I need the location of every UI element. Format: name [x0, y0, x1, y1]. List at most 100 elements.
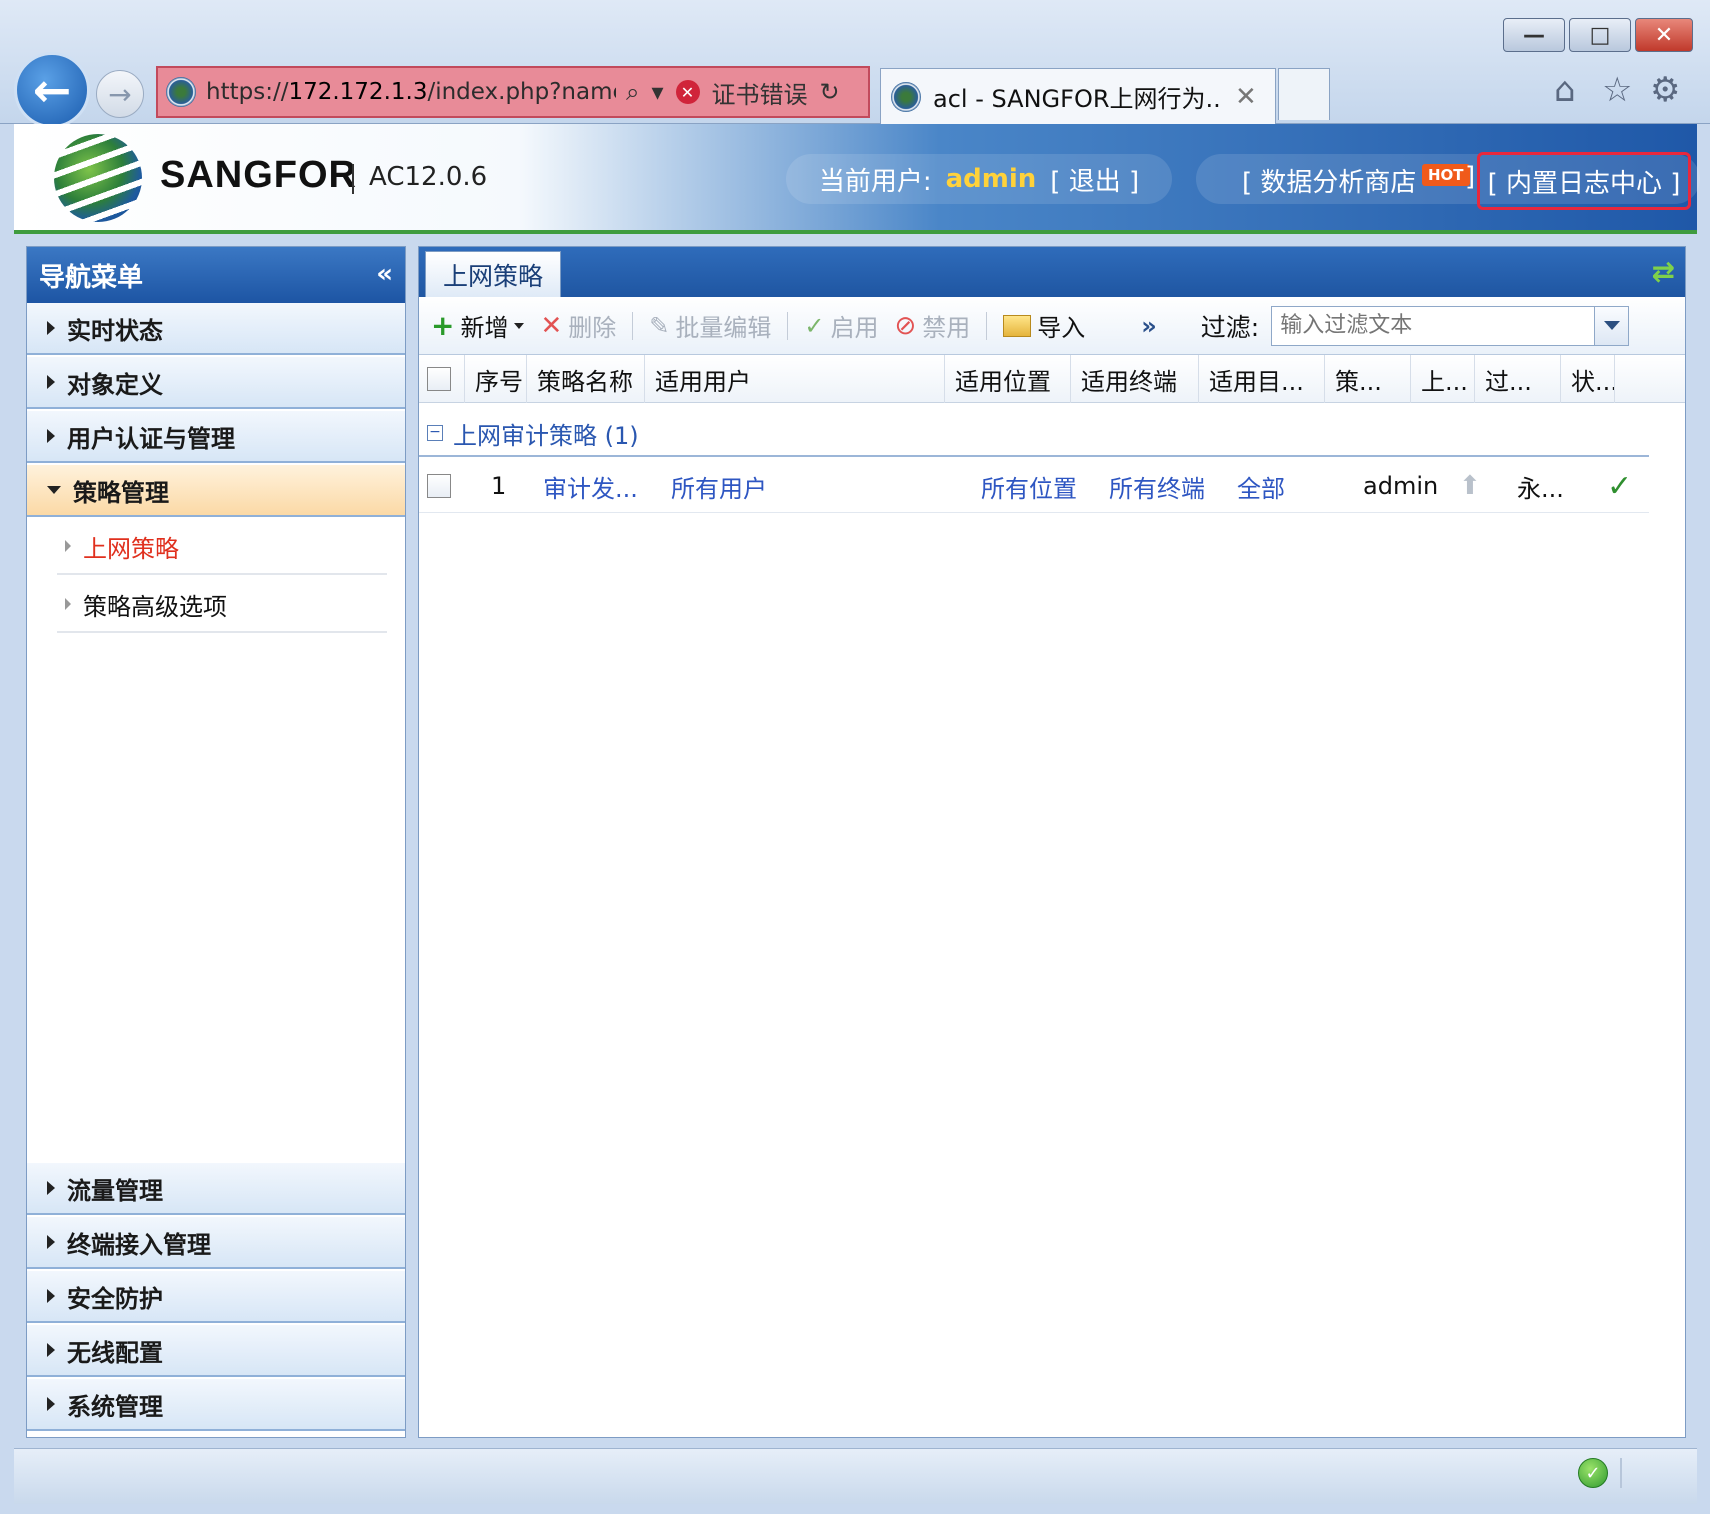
policy-group-label: 上网审计策略 (1)	[453, 421, 639, 450]
tab-internet-policy[interactable]: 上网策略	[425, 251, 561, 297]
add-button[interactable]: + 新增	[431, 308, 525, 343]
nav-group-security[interactable]: 安全防护	[27, 1271, 405, 1323]
close-window-button[interactable]: ✕	[1635, 18, 1693, 52]
grid-header: 序号 策略名称 适用用户 适用位置 适用终端 适用目... 策... 上... …	[419, 355, 1685, 403]
col-location[interactable]: 适用位置	[945, 355, 1071, 403]
cell-location[interactable]: 所有位置	[981, 459, 1077, 513]
cell-expire: 永...	[1517, 474, 1564, 503]
nav-group-user-auth[interactable]: 用户认证与管理	[27, 411, 405, 463]
nav-group-terminal-access[interactable]: 终端接入管理	[27, 1217, 405, 1269]
more-tools-button[interactable]: »	[1141, 312, 1157, 340]
col-policy-creator[interactable]: 策...	[1325, 355, 1411, 403]
status-enabled-check-icon[interactable]: ✓	[1607, 459, 1632, 513]
logout-link[interactable]: [ 退出 ]	[1050, 161, 1139, 198]
expand-arrow-icon	[47, 321, 55, 335]
nav-item-internet-policy[interactable]: 上网策略	[57, 519, 387, 575]
cell-terminal[interactable]: 所有终端	[1109, 459, 1205, 513]
cert-error-icon[interactable]: ✕	[675, 80, 700, 104]
delete-label: 删除	[568, 314, 617, 342]
sidebar-title: 导航菜单 «	[27, 247, 405, 303]
refresh-icon[interactable]: ↻	[820, 78, 840, 106]
sidebar-title-label: 导航菜单	[39, 262, 144, 293]
status-divider	[1620, 1458, 1622, 1488]
forward-button[interactable]: →	[96, 70, 144, 118]
nav-item-label: 上网策略	[83, 534, 179, 563]
arrow-left-icon: ←	[32, 63, 72, 117]
disable-button[interactable]: ⊘ 禁用	[894, 308, 970, 343]
toolbar-divider	[632, 311, 634, 340]
favorites-star-icon[interactable]: ☆	[1602, 70, 1632, 110]
data-store-bracket: ]	[1465, 162, 1476, 192]
search-icon[interactable]: ⌕	[626, 78, 639, 106]
tab-favicon-icon	[891, 81, 921, 112]
nav-group-object-definition[interactable]: 对象定义	[27, 357, 405, 409]
nav-group-label: 系统管理	[67, 1392, 163, 1421]
expand-arrow-icon	[47, 1289, 55, 1303]
arrow-right-icon: →	[108, 77, 132, 111]
col-expire[interactable]: 过...	[1475, 355, 1561, 403]
filter-dropdown-button[interactable]	[1594, 306, 1629, 345]
delete-x-icon: ✕	[540, 310, 563, 341]
settings-gear-icon[interactable]: ⚙	[1650, 70, 1680, 110]
select-all-checkbox[interactable]	[427, 367, 451, 391]
nav-group-system[interactable]: 系统管理	[27, 1379, 405, 1431]
home-icon[interactable]: ⌂	[1554, 70, 1576, 110]
col-terminal[interactable]: 适用终端	[1071, 355, 1199, 403]
import-button[interactable]: 导入	[1003, 308, 1085, 343]
cell-policy-name[interactable]: 审计发...	[543, 459, 638, 513]
col-index[interactable]: 序号	[465, 355, 527, 403]
url-host: 172.172.1.3	[288, 79, 428, 105]
nav-group-realtime-status[interactable]: 实时状态	[27, 303, 405, 355]
nav-group-label: 流量管理	[67, 1176, 163, 1205]
cell-target[interactable]: 全部	[1237, 459, 1285, 513]
maximize-button[interactable]: □	[1569, 18, 1631, 52]
nav-group-label: 无线配置	[67, 1338, 163, 1367]
batch-edit-button[interactable]: ✎ 批量编辑	[649, 308, 771, 343]
filter-input[interactable]	[1272, 313, 1595, 338]
tab-close-icon[interactable]: ✕	[1235, 82, 1257, 112]
browser-tab-active[interactable]: acl - SANGFOR上网行为... ✕	[880, 68, 1276, 124]
forbidden-icon: ⊘	[894, 310, 917, 341]
nav-group-traffic[interactable]: 流量管理	[27, 1163, 405, 1215]
nav-sidebar: 导航菜单 « 实时状态 对象定义 用户认证与管理 策略管理 上网策略 策略高级选…	[26, 246, 406, 1438]
app-header: SANGFOR AC12.0.6 当前用户: admin [ 退出 ] [ 数据…	[14, 124, 1700, 234]
new-tab-button[interactable]	[1278, 68, 1330, 120]
collapse-arrow-icon	[47, 486, 61, 494]
col-priority[interactable]: 上...	[1411, 355, 1475, 403]
status-ok-icon: ✓	[1578, 1458, 1608, 1488]
nav-group-wireless[interactable]: 无线配置	[27, 1325, 405, 1377]
data-store-link[interactable]: [ 数据分析商店	[1242, 162, 1416, 199]
filter-combobox[interactable]	[1271, 305, 1630, 346]
nav-item-policy-advanced[interactable]: 策略高级选项	[57, 577, 387, 633]
enable-button[interactable]: ✓ 启用	[804, 308, 878, 343]
col-policy-name[interactable]: 策略名称	[527, 355, 645, 403]
cert-error-label[interactable]: 证书错误	[712, 75, 808, 110]
brand-name: SANGFOR	[160, 154, 357, 196]
col-users[interactable]: 适用用户	[645, 355, 945, 403]
back-button[interactable]: ←	[14, 52, 90, 128]
site-favicon-icon	[166, 77, 196, 107]
col-target[interactable]: 适用目...	[1199, 355, 1325, 403]
expand-arrow-icon	[47, 375, 55, 389]
collapse-group-icon[interactable]: −	[427, 425, 443, 441]
nav-group-label: 用户认证与管理	[67, 424, 235, 453]
address-bar[interactable]: https://172.172.1.3/index.php?name ⌕ ▾ ✕…	[156, 66, 870, 118]
expand-arrow-icon	[47, 429, 55, 443]
nav-group-policy-management[interactable]: 策略管理	[27, 465, 405, 517]
cell-users[interactable]: 所有用户	[671, 459, 767, 513]
current-user-name: admin	[945, 164, 1037, 194]
col-status[interactable]: 状...	[1561, 355, 1615, 403]
dropdown-caret-icon	[514, 322, 525, 329]
import-folder-icon	[1003, 314, 1032, 337]
dropdown-arrow-icon[interactable]: ▾	[651, 78, 663, 106]
minimize-button[interactable]: —	[1503, 18, 1565, 52]
collapse-sidebar-icon[interactable]: «	[376, 259, 393, 289]
refresh-icon[interactable]: ⇄	[1652, 255, 1675, 288]
address-url[interactable]: https://172.172.1.3/index.php?name	[206, 79, 616, 105]
table-row[interactable]: 1 审计发... 所有用户 所有位置 所有终端 全部 admin ⬆ 永... …	[419, 459, 1649, 513]
policy-group-row[interactable]: − 上网审计策略 (1)	[419, 411, 1649, 457]
move-up-arrow-icon[interactable]: ⬆	[1459, 459, 1481, 513]
delete-button[interactable]: ✕ 删除	[540, 308, 616, 343]
log-center-link[interactable]: [ 内置日志中心 ]	[1477, 152, 1691, 210]
row-checkbox[interactable]	[427, 474, 451, 498]
